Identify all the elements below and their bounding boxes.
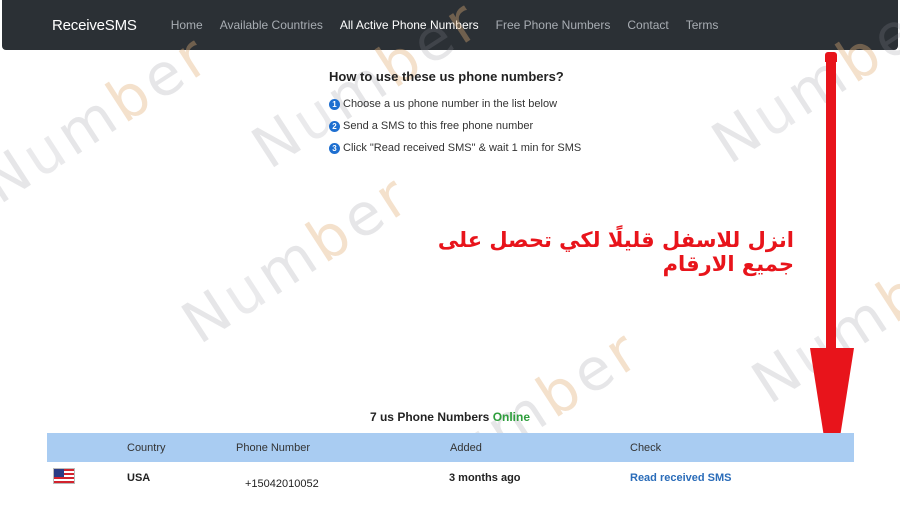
- nav-contact[interactable]: Contact: [627, 18, 668, 32]
- top-navbar: ReceiveSMS Home Available Countries All …: [2, 0, 898, 50]
- table-header: Country Phone Number Added Check: [47, 433, 854, 462]
- page: ReceiveSMS Home Available Countries All …: [0, 0, 900, 505]
- howto-step: 3 Click "Read received SMS" & wait 1 min…: [329, 142, 581, 154]
- numbers-count: 7 us Phone Numbers Online: [0, 410, 900, 424]
- arabic-scroll-hint: انزل للاسفل قليلًا لكي تحصل على جميع الا…: [437, 228, 794, 276]
- howto-title: How to use these us phone numbers?: [329, 69, 564, 84]
- header-check: Check: [630, 442, 662, 454]
- step-number-icon: 2: [329, 120, 340, 132]
- row-phone-number[interactable]: +15042010052: [245, 478, 319, 490]
- nav-home[interactable]: Home: [171, 18, 203, 32]
- brand-logo[interactable]: ReceiveSMS: [52, 17, 137, 34]
- nav-free-phone-numbers[interactable]: Free Phone Numbers: [496, 18, 611, 32]
- row-country: USA: [127, 472, 151, 484]
- header-phone-number: Phone Number: [236, 442, 310, 454]
- count-text: 7 us Phone Numbers: [369, 410, 490, 424]
- step-text: Choose a us phone number in the list bel…: [343, 98, 558, 110]
- nav-available-countries[interactable]: Available Countries: [220, 18, 323, 32]
- table-row: USA +15042010052 3 months ago Read recei…: [47, 462, 854, 505]
- step-number-icon: 1: [329, 98, 340, 110]
- howto-step: 1 Choose a us phone number in the list b…: [329, 98, 557, 110]
- nav-terms[interactable]: Terms: [686, 18, 719, 32]
- read-received-sms-link[interactable]: Read received SMS: [630, 472, 732, 484]
- us-flag-icon: [53, 468, 75, 484]
- row-added: 3 months ago: [449, 472, 521, 484]
- step-text: Send a SMS to this free phone number: [343, 120, 534, 132]
- header-country: Country: [127, 442, 166, 454]
- watermark-logo: Number: [170, 160, 423, 358]
- step-text: Click "Read received SMS" & wait 1 min f…: [343, 142, 582, 154]
- howto-step: 2 Send a SMS to this free phone number: [329, 120, 533, 132]
- online-status: Online: [492, 410, 531, 424]
- step-number-icon: 3: [329, 142, 340, 154]
- nav-all-active-phone-numbers[interactable]: All Active Phone Numbers: [340, 18, 479, 32]
- header-added: Added: [450, 442, 482, 454]
